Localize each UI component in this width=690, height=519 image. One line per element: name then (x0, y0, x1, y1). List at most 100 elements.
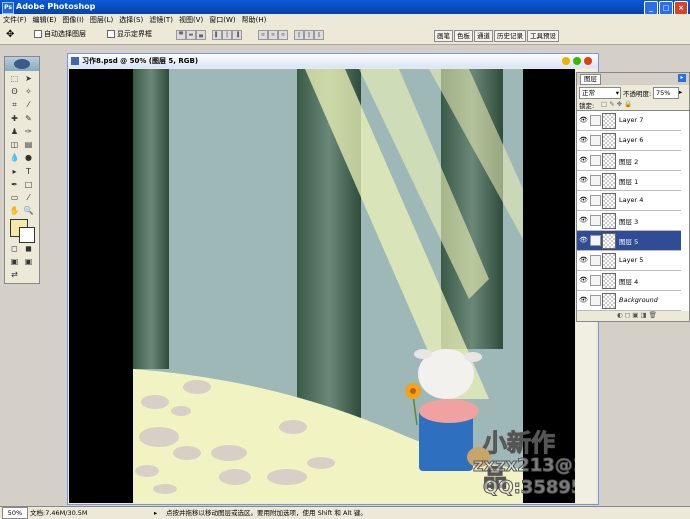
eye-icon[interactable]: 👁 (579, 216, 588, 224)
distribute-top-icon[interactable]: ≡ (258, 30, 268, 40)
doc-maximize-icon[interactable] (573, 57, 581, 65)
zoom-tool-icon[interactable]: 🔍 (22, 205, 35, 217)
tab-layers[interactable]: 图层 (580, 74, 601, 85)
tab-brushes[interactable]: 画笔 (434, 30, 453, 42)
magic-wand-tool-icon[interactable]: ✧ (22, 86, 35, 98)
eye-icon[interactable]: 👁 (579, 196, 588, 204)
align-bottom-icon[interactable]: ▄ (196, 30, 206, 40)
brush-tool-icon[interactable]: ✎ (22, 113, 35, 125)
layer-link-icon[interactable] (590, 115, 601, 126)
gradient-tool-icon[interactable]: ▤ (22, 139, 35, 151)
auto-select-checkbox[interactable] (34, 30, 42, 38)
layer-link-icon[interactable] (590, 235, 601, 246)
layer-link-icon[interactable] (590, 275, 601, 286)
tab-history[interactable]: 历史记录 (494, 30, 526, 42)
tab-tool-presets[interactable]: 工具预设 (527, 30, 559, 42)
lasso-tool-icon[interactable]: ʘ (8, 86, 21, 98)
maximize-icon[interactable]: □ (659, 1, 673, 15)
layer-link-icon[interactable] (590, 155, 601, 166)
background-color-swatch[interactable] (19, 227, 35, 243)
align-hcenter-icon[interactable]: ┃ (222, 30, 232, 40)
align-left-icon[interactable]: ▌ (212, 30, 222, 40)
document-canvas[interactable]: 小新作品 zxzx213@163.COM QQ:358955357 (69, 69, 575, 503)
show-bounds-option[interactable]: 显示定界框 (107, 30, 152, 39)
layer-row[interactable]: 👁 图层 1 (577, 171, 681, 191)
standard-mode-icon[interactable]: ◻ (8, 243, 21, 255)
slice-tool-icon[interactable]: ⁄ (22, 99, 35, 111)
layer-row[interactable]: 👁 Layer 5 (577, 251, 681, 271)
shape-tool-icon[interactable]: □ (22, 179, 35, 191)
screen-mode-full-icon[interactable]: ▣ (22, 256, 35, 268)
auto-select-option[interactable]: 自动选择图层 (34, 30, 86, 39)
eye-icon[interactable]: 👁 (579, 236, 588, 244)
menu-file[interactable]: 文件(F) (0, 14, 30, 26)
distribute-vcenter-icon[interactable]: ≡ (268, 30, 278, 40)
doc-size-info[interactable]: 文档:7.46M/30.5M (30, 507, 88, 519)
close-icon[interactable]: × (674, 1, 688, 15)
hand-tool-icon[interactable]: ✋ (8, 205, 21, 217)
layer-row[interactable]: 👁 图层 5 (577, 231, 681, 251)
move-tool-icon[interactable]: ✥ (6, 29, 14, 40)
new-layer-icons[interactable]: ◐ ◻ ▣ ◨ 🗑 (617, 311, 657, 319)
show-bounds-checkbox[interactable] (107, 30, 115, 38)
align-vcenter-icon[interactable]: ▬ (186, 30, 196, 40)
healing-brush-icon[interactable]: ✚ (8, 113, 21, 125)
eye-icon[interactable]: 👁 (579, 136, 588, 144)
layer-row[interactable]: 👁 Layer 6 (577, 131, 681, 151)
tab-channels[interactable]: 通道 (474, 30, 493, 42)
layer-row[interactable]: 👁 图层 2 (577, 151, 681, 171)
eraser-tool-icon[interactable]: ◫ (8, 139, 21, 151)
doc-minimize-icon[interactable] (562, 57, 570, 65)
tab-swatches[interactable]: 色板 (454, 30, 473, 42)
layer-link-icon[interactable] (590, 295, 601, 306)
menu-image[interactable]: 图像(I) (59, 14, 87, 26)
eyedropper-tool-icon[interactable]: ⁄ (22, 192, 35, 204)
distribute-hcenter-icon[interactable]: ‖ (304, 30, 314, 40)
type-tool-icon[interactable]: T (22, 166, 35, 178)
layer-row[interactable]: 👁 Background (577, 291, 681, 311)
distribute-left-icon[interactable]: ‖ (294, 30, 304, 40)
distribute-bottom-icon[interactable]: ≡ (278, 30, 288, 40)
eye-icon[interactable]: 👁 (579, 176, 588, 184)
layer-link-icon[interactable] (590, 135, 601, 146)
layer-link-icon[interactable] (590, 215, 601, 226)
move-tool-icon[interactable]: ➤ (22, 73, 35, 85)
stamp-tool-icon[interactable]: ♟ (8, 126, 21, 138)
doc-close-icon[interactable] (584, 57, 592, 65)
opacity-field[interactable]: 75% (653, 87, 679, 99)
layer-row[interactable]: 👁 Layer 4 (577, 191, 681, 211)
eye-icon[interactable]: 👁 (579, 296, 588, 304)
menu-window[interactable]: 窗口(W) (206, 14, 238, 26)
eye-icon[interactable]: 👁 (579, 116, 588, 124)
screen-mode-standard-icon[interactable]: ▣ (8, 256, 21, 268)
status-arrow-icon[interactable]: ▸ (154, 507, 157, 519)
marquee-tool-icon[interactable]: ⬚ (8, 73, 21, 85)
opacity-slider-icon[interactable]: ▸ (679, 88, 682, 96)
menu-edit[interactable]: 编辑(E) (30, 14, 60, 26)
align-top-icon[interactable]: ▀ (176, 30, 186, 40)
menu-select[interactable]: 选择(S) (116, 14, 146, 26)
layer-link-icon[interactable] (590, 175, 601, 186)
eye-icon[interactable]: 👁 (579, 276, 588, 284)
zoom-field[interactable]: 50% (2, 507, 28, 519)
pen-tool-icon[interactable]: ✒ (8, 179, 21, 191)
menu-view[interactable]: 视图(V) (176, 14, 206, 26)
minimize-icon[interactable]: _ (644, 1, 658, 15)
jump-to-imageready-icon[interactable]: ⇄ (8, 269, 21, 281)
distribute-right-icon[interactable]: ‖ (314, 30, 324, 40)
path-select-tool-icon[interactable]: ▸ (8, 166, 21, 178)
history-brush-icon[interactable]: ✑ (22, 126, 35, 138)
palette-menu-icon[interactable]: ▸ (678, 74, 686, 82)
layer-link-icon[interactable] (590, 255, 601, 266)
blend-mode-select[interactable]: 正常 ▾ (579, 87, 621, 99)
menu-layer[interactable]: 图层(L) (87, 14, 116, 26)
menu-help[interactable]: 帮助(H) (239, 14, 270, 26)
menu-filter[interactable]: 滤镜(T) (146, 14, 176, 26)
notes-tool-icon[interactable]: ▭ (8, 192, 21, 204)
layer-row[interactable]: 👁 图层 3 (577, 211, 681, 231)
layer-row[interactable]: 👁 Layer 7 (577, 111, 681, 131)
lock-icons[interactable]: □ ✎ ✥ 🔒 (601, 100, 632, 108)
crop-tool-icon[interactable]: ⌗ (8, 99, 21, 111)
dodge-tool-icon[interactable]: ● (22, 152, 35, 164)
eye-icon[interactable]: 👁 (579, 256, 588, 264)
